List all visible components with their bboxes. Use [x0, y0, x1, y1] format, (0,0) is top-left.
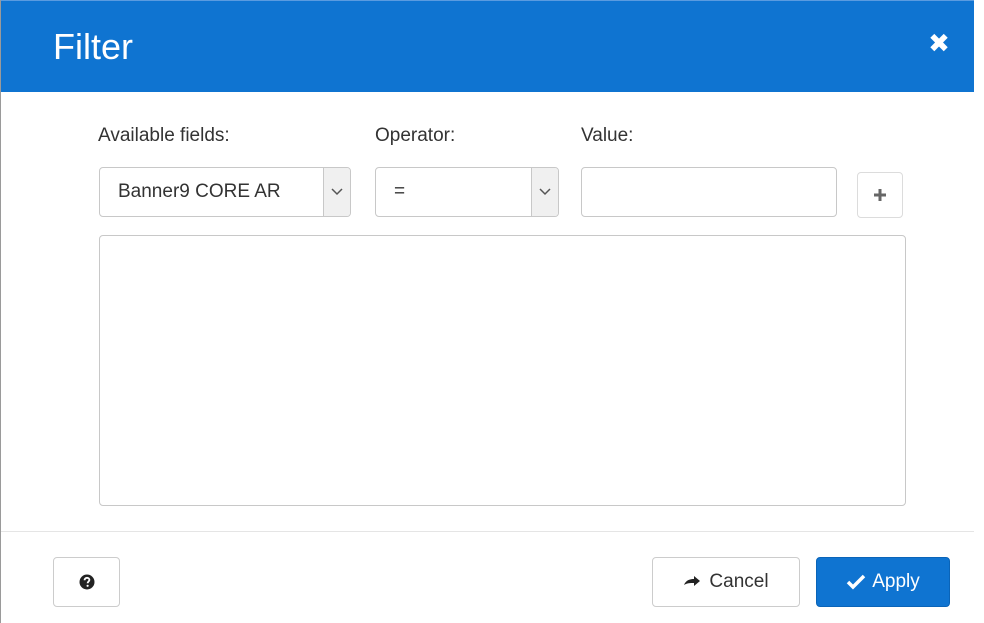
arrow-right-icon	[683, 575, 701, 589]
footer-divider	[1, 531, 975, 532]
help-button[interactable]	[53, 557, 120, 607]
background-area	[974, 0, 984, 623]
value-label: Value:	[581, 125, 634, 146]
operator-label: Operator:	[375, 125, 456, 146]
apply-label: Apply	[872, 571, 920, 592]
operator-selected-value: =	[394, 181, 406, 202]
add-filter-button[interactable]	[857, 172, 903, 218]
close-icon[interactable]: ✖	[927, 29, 951, 59]
plus-icon	[873, 188, 887, 202]
question-circle-icon	[79, 574, 95, 590]
check-icon	[846, 574, 866, 590]
filter-dialog: Filter ✖ Available fields: Operator: Val…	[0, 0, 975, 623]
available-fields-label: Available fields:	[98, 125, 230, 146]
dialog-title: Filter	[53, 26, 133, 67]
apply-button[interactable]: Apply	[816, 557, 950, 607]
operator-select[interactable]: =	[375, 167, 559, 217]
cancel-label: Cancel	[709, 571, 769, 592]
value-input[interactable]	[581, 167, 837, 217]
chevron-down-icon[interactable]	[531, 168, 558, 216]
filter-conditions-list[interactable]	[99, 235, 906, 506]
dialog-header: Filter ✖	[1, 0, 975, 92]
available-fields-select[interactable]: Banner9 CORE AR	[99, 167, 351, 217]
cancel-button[interactable]: Cancel	[652, 557, 800, 607]
available-fields-selected-value: Banner9 CORE AR	[118, 181, 281, 202]
chevron-down-icon[interactable]	[323, 168, 350, 216]
